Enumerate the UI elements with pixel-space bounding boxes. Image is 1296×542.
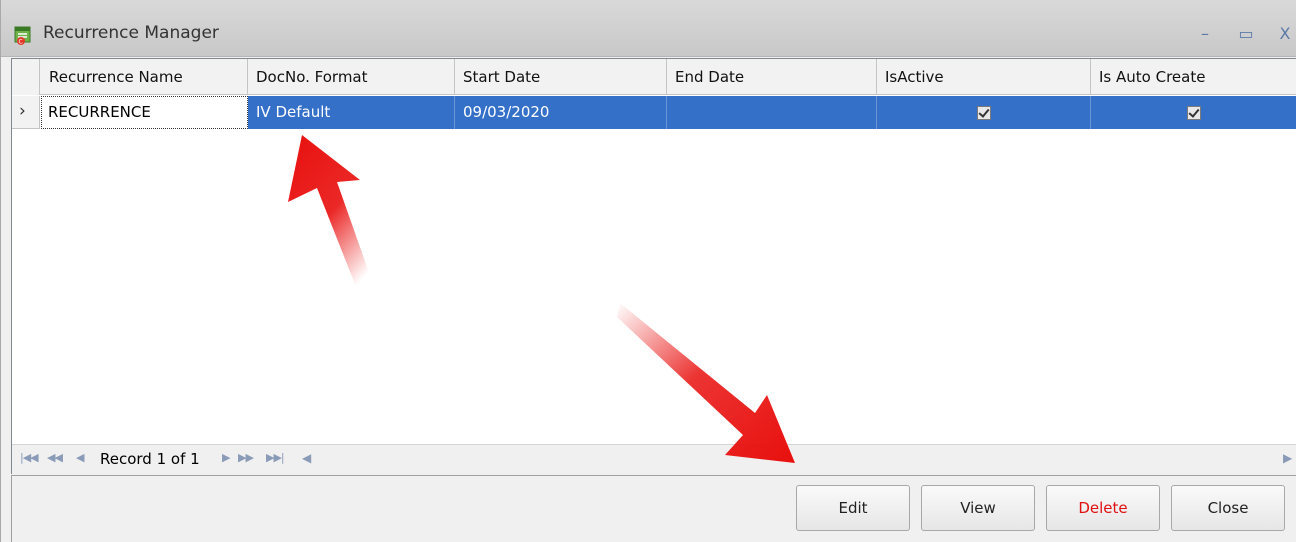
minimize-icon[interactable]: – bbox=[1193, 22, 1217, 46]
cell-docno-format[interactable]: IV Default bbox=[248, 96, 455, 129]
isactive-checkbox[interactable] bbox=[976, 106, 991, 120]
recurrence-grid: Recurrence Name DocNo. Format Start Date… bbox=[11, 58, 1296, 474]
first-record-icon[interactable]: |◀◀ bbox=[20, 451, 39, 464]
window-title: Recurrence Manager bbox=[43, 23, 219, 43]
cell-recurrence-name[interactable]: RECURRENCE bbox=[41, 96, 248, 129]
cell-isactive[interactable] bbox=[877, 96, 1091, 129]
column-header-isactive[interactable]: IsActive bbox=[877, 59, 1091, 95]
column-header-is-auto-create[interactable]: Is Auto Create bbox=[1091, 59, 1296, 95]
recurrence-manager-window: C Recurrence Manager – ▭ X Recurrence Na… bbox=[0, 0, 1296, 542]
maximize-icon[interactable]: ▭ bbox=[1234, 22, 1258, 46]
record-counter: Record 1 of 1 bbox=[100, 450, 200, 468]
column-header-end-date[interactable]: End Date bbox=[667, 59, 877, 95]
column-header-start-date[interactable]: Start Date bbox=[455, 59, 667, 95]
scroll-left-icon[interactable]: ◀ bbox=[302, 451, 311, 465]
is-auto-create-checkbox[interactable] bbox=[1187, 106, 1201, 120]
close-button[interactable]: Close bbox=[1171, 485, 1285, 531]
last-record-icon[interactable]: ▶▶| bbox=[266, 451, 285, 464]
next-page-icon[interactable]: ▶▶ bbox=[238, 451, 254, 464]
edit-button[interactable]: Edit bbox=[796, 485, 910, 531]
scroll-right-icon[interactable]: ▶ bbox=[1283, 451, 1292, 465]
button-panel: Edit View Delete Close bbox=[11, 475, 1296, 542]
previous-record-icon[interactable]: ◀ bbox=[76, 451, 85, 464]
grid-corner-cell bbox=[12, 59, 40, 95]
record-navigator: |◀◀ ◀◀ ◀ Record 1 of 1 ▶ ▶▶ ▶▶| ◀ ▶ bbox=[12, 444, 1296, 474]
recurrence-manager-icon: C bbox=[14, 26, 31, 46]
current-row-chevron-icon: › bbox=[19, 101, 26, 121]
column-header-docno-format[interactable]: DocNo. Format bbox=[248, 59, 455, 95]
next-record-icon[interactable]: ▶ bbox=[222, 451, 231, 464]
delete-button[interactable]: Delete bbox=[1046, 485, 1160, 531]
close-window-icon[interactable]: X bbox=[1273, 22, 1296, 46]
cell-start-date[interactable]: 09/03/2020 bbox=[455, 96, 667, 129]
cell-is-auto-create[interactable] bbox=[1091, 96, 1296, 129]
column-header-recurrence-name[interactable]: Recurrence Name bbox=[41, 59, 248, 95]
cell-end-date[interactable] bbox=[667, 96, 877, 129]
view-button[interactable]: View bbox=[921, 485, 1035, 531]
svg-text:C: C bbox=[19, 39, 23, 46]
previous-page-icon[interactable]: ◀◀ bbox=[47, 451, 63, 464]
row-indicator[interactable]: › bbox=[12, 96, 40, 129]
title-bar[interactable]: C Recurrence Manager – ▭ X bbox=[1, 0, 1296, 57]
table-row[interactable]: › RECURRENCE IV Default 09/03/2020 bbox=[12, 96, 1296, 129]
grid-header: Recurrence Name DocNo. Format Start Date… bbox=[12, 59, 1296, 95]
